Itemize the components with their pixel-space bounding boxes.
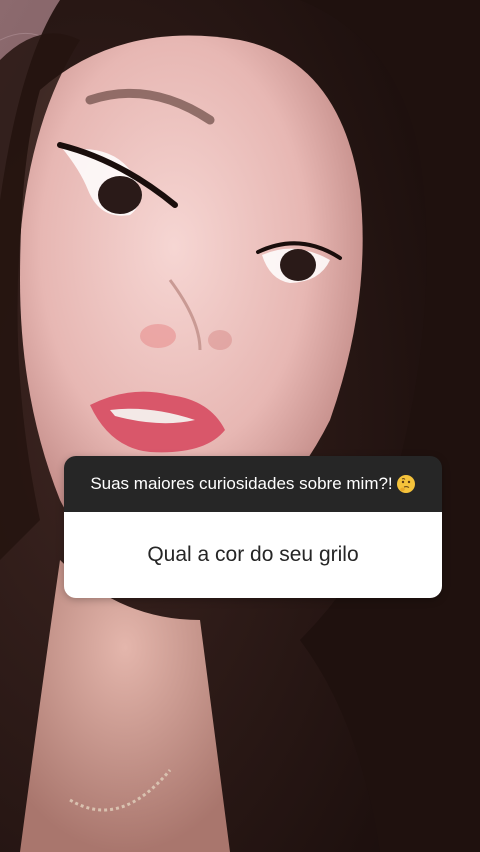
thinking-face-icon [396, 475, 415, 493]
question-prompt-text: Suas maiores curiosidades sobre mim?! [90, 474, 393, 493]
story-background-photo [0, 0, 480, 852]
question-sticker[interactable]: Suas maiores curiosidades sobre mim?! Qu… [64, 456, 442, 598]
answer-text: Qual a cor do seu grilo [147, 543, 359, 566]
question-answer-body: Qual a cor do seu grilo [64, 512, 442, 598]
question-sticker-header: Suas maiores curiosidades sobre mim?! [64, 456, 442, 512]
